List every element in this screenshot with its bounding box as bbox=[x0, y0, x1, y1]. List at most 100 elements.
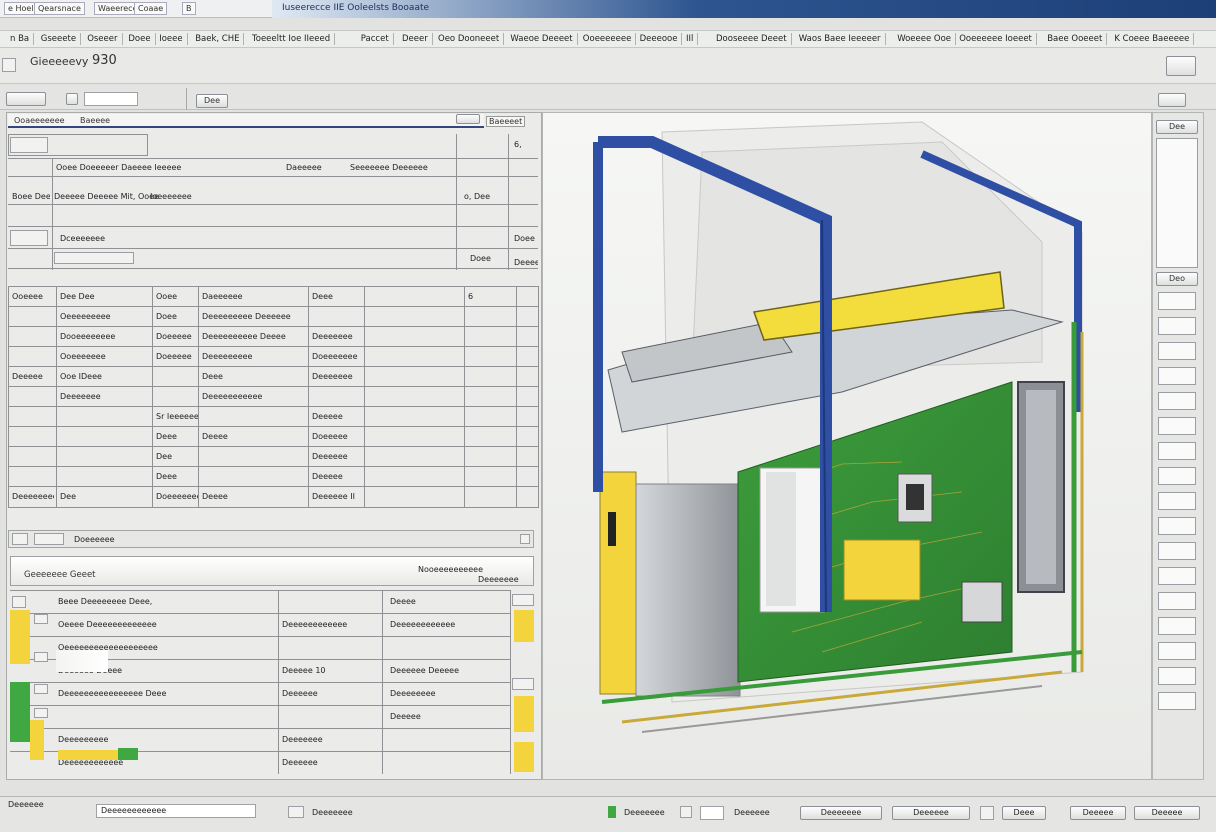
tool-button[interactable] bbox=[1158, 517, 1196, 535]
table-row[interactable]: Sr Ieeeeee Deeeee Deeeee bbox=[8, 406, 538, 426]
tool-button[interactable] bbox=[1158, 342, 1196, 360]
toolbar-right-button[interactable] bbox=[1158, 93, 1186, 107]
menu-item[interactable]: Baek, CHE bbox=[191, 33, 245, 45]
lower-toggle[interactable] bbox=[34, 533, 64, 545]
tool-button[interactable] bbox=[1158, 542, 1196, 560]
menu-item[interactable]: Deeer bbox=[398, 33, 433, 45]
grid-line bbox=[52, 158, 53, 270]
menu-item[interactable]: Dooseeee Deeet bbox=[712, 33, 792, 45]
tool-button[interactable] bbox=[1158, 617, 1196, 635]
titlebar-tab[interactable]: B bbox=[182, 2, 196, 15]
row-select[interactable] bbox=[512, 678, 534, 690]
toolbar-mid-button[interactable]: Deo bbox=[1156, 272, 1198, 286]
row-input[interactable] bbox=[10, 137, 48, 153]
table-cell: Deee bbox=[202, 372, 223, 381]
menu-item[interactable]: Baee Ooeeet bbox=[1043, 33, 1108, 45]
tool-button[interactable] bbox=[1158, 392, 1196, 410]
status-field[interactable]: Deeeeeeeeeeee bbox=[96, 804, 256, 818]
titlebar-tab[interactable]: Coaae bbox=[134, 2, 168, 15]
lower-row[interactable]: Deeeee bbox=[10, 705, 510, 728]
lower-close-icon[interactable] bbox=[520, 534, 530, 544]
menu-item[interactable]: Waos Baee Ieeeeer bbox=[795, 33, 886, 45]
row-input[interactable] bbox=[10, 230, 48, 246]
tool-button[interactable] bbox=[1158, 692, 1196, 710]
menu-item[interactable]: Ooeeeeee Ioeeet bbox=[955, 33, 1037, 45]
nav-back-button[interactable] bbox=[6, 92, 46, 106]
menu-item[interactable]: Paccet bbox=[357, 33, 394, 45]
menu-item[interactable]: Oeo Dooneeet bbox=[434, 33, 505, 45]
menu-item[interactable]: n Ba bbox=[6, 33, 35, 45]
table-row[interactable]: Deeeeeee Deeeeeeeeeee bbox=[8, 386, 538, 406]
lower-row[interactable]: Deeeeeeeeeeeeeeee Deee Deeeeee Deeeeeeee bbox=[10, 682, 510, 705]
tool-button[interactable]: Dee bbox=[196, 94, 228, 108]
tool-button[interactable] bbox=[1158, 317, 1196, 335]
menu-item[interactable]: Waeoe Deeeet bbox=[506, 33, 578, 45]
tool-button[interactable] bbox=[1158, 367, 1196, 385]
toolbar-input[interactable] bbox=[84, 92, 138, 106]
menu-item[interactable]: Toeeeltt Ioe IIeeed bbox=[248, 33, 336, 45]
window-title: Iuseerecce IIE Ooleelsts Booaate bbox=[282, 3, 430, 13]
menu-item[interactable]: K Coeee Baeeeee bbox=[1110, 33, 1195, 45]
table-row[interactable]: Oeeeeeeeee Doee Deeeeeeeee Deeeeee bbox=[8, 306, 538, 326]
table-row[interactable]: Deeeee Ooe IDeee Deee Deeeeeee bbox=[8, 366, 538, 386]
row-checkbox[interactable] bbox=[12, 596, 26, 608]
table-row[interactable]: Deee Deeee Doeeeee bbox=[8, 426, 538, 446]
tool-button[interactable] bbox=[1158, 492, 1196, 510]
titlebar-tab[interactable]: Qearsnace bbox=[34, 2, 85, 15]
table-cell: Sr Ieeeeee Deeeee bbox=[156, 412, 198, 421]
table-row[interactable]: Ooeeee Dee Dee Ooee Daeeeeee Deee 6 bbox=[8, 286, 538, 306]
status-button[interactable]: Deeeeee bbox=[892, 806, 970, 820]
status-indicator-yellow bbox=[10, 610, 30, 664]
tool-button[interactable] bbox=[1158, 642, 1196, 660]
grid-line bbox=[508, 134, 509, 270]
panel-close-button[interactable] bbox=[456, 114, 480, 124]
table-cell: Doeeeee bbox=[312, 432, 348, 441]
status-button[interactable]: Deee bbox=[1002, 806, 1046, 820]
menu-item[interactable]: Doee bbox=[124, 33, 156, 45]
lower-row[interactable]: Beee Deeeeeeee Deee, Deeee bbox=[10, 590, 510, 613]
table-row[interactable]: Deeeeeeee Dee Doeeeeeeeee Deeee Deeeeee II bbox=[8, 486, 538, 506]
status-button[interactable]: Deeeee bbox=[1070, 806, 1126, 820]
grid-line bbox=[198, 286, 199, 508]
menu-item[interactable]: Deeeooe bbox=[636, 33, 683, 45]
menu-item[interactable]: Woeeee Ooe bbox=[893, 33, 957, 45]
toolbar-button[interactable] bbox=[66, 93, 78, 105]
tool-button[interactable] bbox=[1158, 592, 1196, 610]
table-row[interactable]: Dee Deeeeee bbox=[8, 446, 538, 466]
titlebar-tab[interactable]: e Hoel bbox=[4, 2, 38, 15]
tool-button[interactable] bbox=[1158, 417, 1196, 435]
table-row[interactable]: Deee Deeeee bbox=[8, 466, 538, 486]
tool-button[interactable] bbox=[1158, 667, 1196, 685]
menu-item[interactable]: Ioeee bbox=[155, 33, 188, 45]
status-button[interactable]: Deeeee bbox=[1134, 806, 1200, 820]
tool-button[interactable] bbox=[1158, 467, 1196, 485]
tool-button[interactable] bbox=[1158, 567, 1196, 585]
lower-row[interactable]: Deeeeeeeee Deeeeeee bbox=[10, 728, 510, 751]
window-control-button[interactable] bbox=[1166, 56, 1196, 76]
table-cell: Deeeeeeeeeee bbox=[202, 392, 263, 401]
table-row[interactable]: Dooeeeeeeee Doeeeee Deeeeeeeeee Deeee Deeee… bbox=[8, 326, 538, 346]
row-select[interactable] bbox=[512, 594, 534, 606]
lower-toggle[interactable] bbox=[12, 533, 28, 545]
status-button[interactable]: Deeeeeee bbox=[800, 806, 882, 820]
server-assembly-render[interactable] bbox=[542, 112, 1152, 780]
table-cell: Daeeeeee bbox=[202, 292, 243, 301]
menu-item[interactable]: IIl bbox=[682, 33, 699, 45]
lower-row[interactable]: Oeeee Deeeeeeeeeeeee Deeeeeeeeeeee Deeeeee… bbox=[10, 613, 510, 636]
status-input[interactable] bbox=[700, 806, 724, 820]
grid-line bbox=[456, 134, 457, 270]
tool-button[interactable] bbox=[1158, 442, 1196, 460]
toolbar-top-button[interactable]: Dee bbox=[1156, 120, 1198, 134]
status-checkbox[interactable] bbox=[980, 806, 994, 820]
tool-button[interactable] bbox=[1158, 292, 1196, 310]
table-cell: Doee bbox=[156, 312, 177, 321]
menu-item[interactable]: Gseeete bbox=[37, 33, 82, 45]
status-checkbox[interactable] bbox=[680, 806, 692, 818]
menu-item[interactable]: Ooeeeeeee bbox=[579, 33, 637, 45]
lower-cell: Deeeeeeeeeeee bbox=[282, 620, 348, 629]
toolbar bbox=[0, 86, 1216, 110]
row-input[interactable] bbox=[54, 252, 134, 264]
tool-list bbox=[1156, 292, 1198, 732]
table-row[interactable]: Ooeeeeeee Doeeeee Deeeeeeeee Doeeeeeee bbox=[8, 346, 538, 366]
menu-item[interactable]: Oseeer bbox=[83, 33, 123, 45]
